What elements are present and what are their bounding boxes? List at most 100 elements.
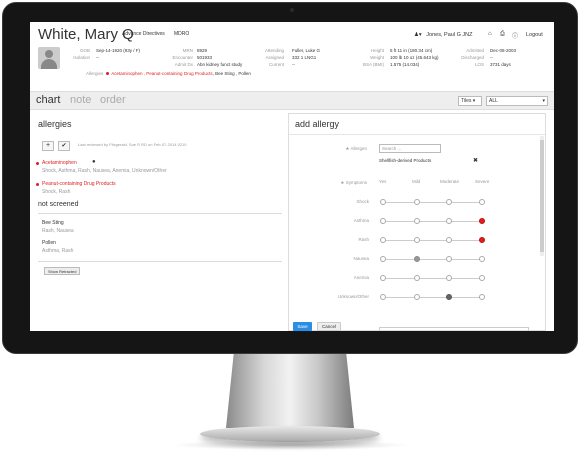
encounter-label: Encounter bbox=[172, 55, 193, 60]
cancel-button[interactable]: Cancel bbox=[317, 322, 341, 331]
isolation-value: -- bbox=[96, 55, 99, 60]
severity-option-moderate[interactable] bbox=[446, 237, 452, 243]
severity-option-moderate[interactable] bbox=[446, 294, 452, 300]
severity-option-moderate[interactable] bbox=[446, 275, 452, 281]
severity-option-mild[interactable] bbox=[414, 275, 420, 281]
severity-option-moderate[interactable] bbox=[446, 256, 452, 262]
user-menu[interactable]: ♟▾ Jones, Paul G JNZ bbox=[414, 32, 472, 38]
panel-scrollbar[interactable] bbox=[540, 136, 544, 256]
severity-col-mild: Mild bbox=[412, 179, 421, 184]
monitor-stand bbox=[226, 354, 354, 428]
symptom-label: Shock bbox=[356, 199, 369, 204]
severity-track bbox=[383, 240, 482, 241]
severity-option-mild[interactable] bbox=[414, 256, 420, 262]
tab-note[interactable]: note bbox=[70, 94, 91, 106]
logout-link[interactable]: Logout bbox=[526, 32, 543, 38]
comment-field[interactable] bbox=[379, 327, 529, 331]
allergy-reactions: Rash, Nausea bbox=[42, 228, 74, 234]
severity-option-yes[interactable] bbox=[380, 199, 386, 205]
admit-dx-label: Admit Dx bbox=[174, 62, 193, 67]
divider bbox=[289, 134, 545, 135]
allergy-name[interactable]: Acetaminophen bbox=[42, 160, 77, 166]
save-button[interactable]: Save bbox=[293, 322, 312, 331]
severity-option-mild[interactable] bbox=[414, 294, 420, 300]
severity-option-severe[interactable] bbox=[479, 256, 485, 262]
severity-option-yes[interactable] bbox=[380, 218, 386, 224]
severity-option-yes[interactable] bbox=[380, 256, 386, 262]
advance-directives-link[interactable]: Advance Directives bbox=[122, 31, 165, 37]
severity-option-moderate[interactable] bbox=[446, 218, 452, 224]
severity-track bbox=[383, 221, 482, 222]
mark-reviewed-button[interactable]: ✔ bbox=[58, 141, 70, 151]
allergy-alert-dot bbox=[36, 162, 39, 165]
screen: White, Mary Q Advance Directives MDRO DO… bbox=[30, 22, 554, 331]
severity-option-yes[interactable] bbox=[380, 294, 386, 300]
symptom-label: Nausea bbox=[353, 256, 369, 261]
severity-option-yes[interactable] bbox=[380, 275, 386, 281]
add-allergy-panel: add allergy ★ Allergen Search ... Shellf… bbox=[288, 113, 546, 331]
severity-option-mild[interactable] bbox=[414, 199, 420, 205]
height-value: 5 ft 11 in (180.34 cm) bbox=[390, 48, 433, 53]
allergy-name[interactable]: Pollen bbox=[42, 240, 56, 246]
bsa-value: 1.575 (14.034) bbox=[390, 62, 420, 67]
severity-col-severe: Severe bbox=[475, 179, 490, 184]
symptoms-label: ★ Symptoms bbox=[340, 180, 367, 185]
divider bbox=[38, 261, 282, 262]
severity-option-mild[interactable] bbox=[414, 218, 420, 224]
severity-option-moderate[interactable] bbox=[446, 199, 452, 205]
allergy-name[interactable]: Bee Sting bbox=[42, 220, 64, 226]
show-retracted-button[interactable]: Show Retracted bbox=[44, 267, 81, 275]
weight-value: 100 lb 10 oz (45.643 kg) bbox=[390, 55, 439, 60]
mrn-label: MRN bbox=[182, 48, 193, 53]
severity-option-yes[interactable] bbox=[380, 237, 386, 243]
severity-option-severe[interactable] bbox=[479, 199, 485, 205]
allergy-alert-dot bbox=[106, 72, 110, 76]
tab-chart[interactable]: chart bbox=[36, 94, 60, 106]
admitted-value: Dec-08-2003 bbox=[490, 48, 517, 53]
not-screened-title: not screened bbox=[38, 201, 79, 208]
filter-select[interactable]: ALL ▾ bbox=[486, 96, 548, 106]
symptom-label: Asthma bbox=[353, 218, 369, 223]
help-icon[interactable]: ⓘ bbox=[512, 31, 518, 40]
severity-option-severe[interactable] bbox=[479, 218, 485, 224]
home-icon[interactable]: ⌂ bbox=[488, 31, 492, 37]
print-icon[interactable]: ⎙ bbox=[500, 31, 505, 38]
allergen-search-input[interactable]: Search ... bbox=[379, 144, 441, 153]
dob-value: Sep-14-1920 (93y / F) bbox=[96, 48, 141, 53]
mrn-value: 8929 bbox=[197, 48, 208, 53]
isolation-label: Isolation bbox=[73, 55, 90, 60]
bsa-label: BSA (BMI) bbox=[362, 62, 384, 67]
allergy-name[interactable]: Peanut-containing Drug Products bbox=[42, 181, 116, 187]
allergies-other: , Bee Sting , Pollen bbox=[212, 71, 251, 76]
allergen-label: ★ Allergen bbox=[345, 146, 367, 151]
current-value: -- bbox=[292, 62, 295, 67]
filter-value: ALL bbox=[489, 98, 498, 104]
allergies-title: allergies bbox=[38, 119, 72, 129]
severity-option-severe[interactable] bbox=[479, 275, 485, 281]
tab-order[interactable]: order bbox=[100, 94, 126, 106]
severity-option-severe[interactable] bbox=[479, 294, 485, 300]
mdro-link[interactable]: MDRO bbox=[174, 31, 189, 37]
severity-option-severe[interactable] bbox=[479, 237, 485, 243]
required-star-icon: ★ bbox=[340, 180, 345, 185]
camera-dot bbox=[290, 8, 294, 12]
allergy-reactions: Asthma, Rash bbox=[42, 248, 74, 254]
admitted-label: Admitted bbox=[466, 48, 484, 53]
add-allergy-button[interactable]: + bbox=[42, 141, 54, 151]
comment-icon[interactable]: ● bbox=[92, 159, 96, 165]
allergies-label: Allergies bbox=[86, 71, 104, 76]
allergy-reactions: Shock, Rash bbox=[42, 189, 71, 195]
base-shadow bbox=[170, 440, 410, 450]
header-allergies: Allergies Acetaminophen , Peanut-containi… bbox=[86, 71, 251, 76]
required-star-icon: ★ bbox=[345, 146, 350, 151]
remove-allergen-icon[interactable]: ✖ bbox=[473, 157, 478, 164]
discharged-label: Discharged bbox=[461, 55, 484, 60]
user-icon: ♟▾ bbox=[414, 32, 422, 38]
severity-option-mild[interactable] bbox=[414, 237, 420, 243]
allergies-severe[interactable]: Acetaminophen , Peanut-containing Drug P… bbox=[111, 71, 212, 76]
assigned-label: Assigned bbox=[265, 55, 284, 60]
severity-track bbox=[383, 278, 482, 279]
allergy-alert-dot bbox=[36, 183, 39, 186]
tiles-dropdown[interactable]: Tiles ▾ bbox=[458, 96, 482, 106]
los-label: LOS bbox=[474, 62, 484, 67]
